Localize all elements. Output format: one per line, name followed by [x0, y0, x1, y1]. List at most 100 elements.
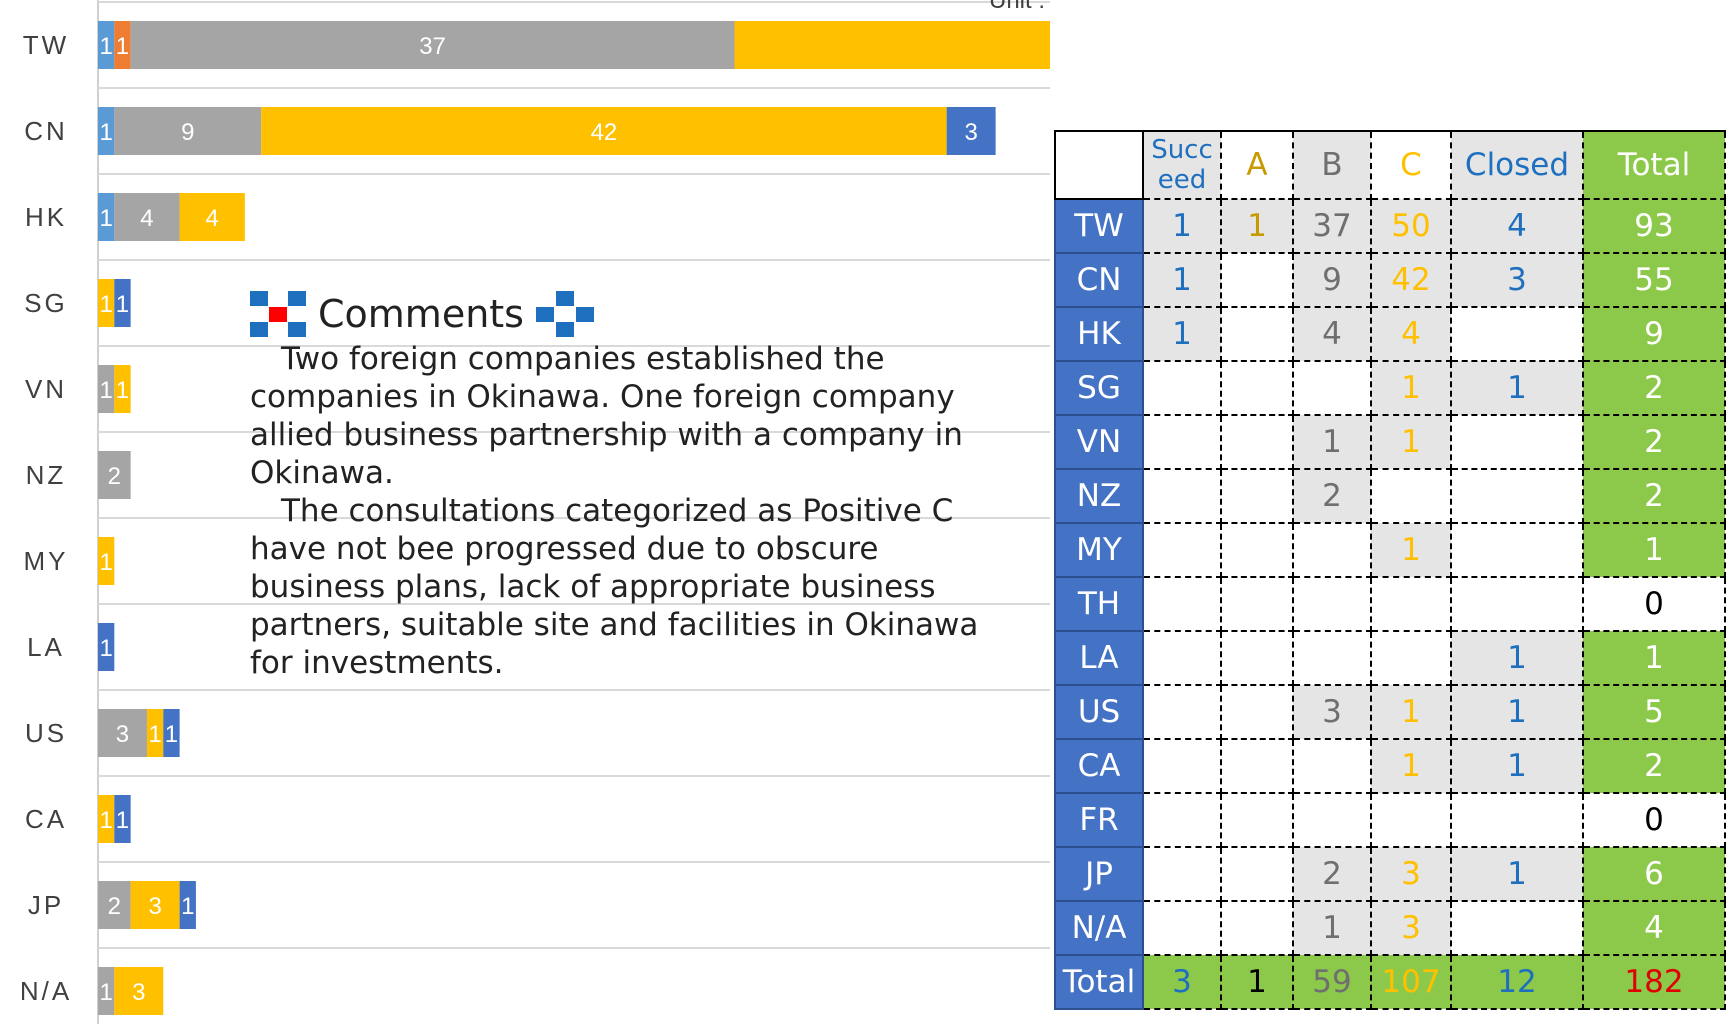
data-label: 1 [99, 119, 112, 146]
table-cell [1220, 684, 1294, 740]
table-row: VN 1 1 2 [1054, 414, 1726, 470]
table-row: CA 1 1 2 [1054, 738, 1726, 794]
table-cell: 3 [1142, 954, 1222, 1010]
total-cell: 5 [1582, 684, 1726, 740]
table-cell [1370, 630, 1452, 686]
data-label: 1 [99, 549, 112, 576]
row-header: VN [1054, 414, 1144, 470]
table-row: CN 1 9 42 3 55 [1054, 252, 1726, 308]
table-cell [1220, 900, 1294, 956]
data-label: 1 [116, 291, 129, 318]
total-cell: 4 [1582, 900, 1726, 956]
data-label: 1 [116, 33, 129, 60]
column-header: C [1370, 130, 1452, 200]
data-label: 1 [99, 205, 112, 232]
table-row: TH 0 [1054, 576, 1726, 632]
table-cell: 4 [1450, 198, 1584, 254]
column-header: Succ eed [1142, 130, 1222, 200]
tick-label: HK [25, 202, 67, 232]
data-label: 3 [116, 721, 129, 748]
table-cell: 1 [1220, 198, 1294, 254]
data-label: 42 [591, 119, 618, 146]
table-row: JP 2 3 1 6 [1054, 846, 1726, 902]
total-cell: 93 [1582, 198, 1726, 254]
comments-panel: Comments Two foreign companies establish… [250, 288, 1000, 682]
total-cell: 182 [1582, 954, 1726, 1010]
data-label: 9 [181, 119, 194, 146]
row-header: N/A [1054, 900, 1144, 956]
row-header: TW [1054, 198, 1144, 254]
row-header: CA [1054, 738, 1144, 794]
table-cell [1292, 630, 1372, 686]
table-cell: 1 [1450, 630, 1584, 686]
total-cell: 6 [1582, 846, 1726, 902]
table-cell [1142, 414, 1222, 470]
table-cell [1370, 576, 1452, 632]
table-cell: 1 [1220, 954, 1294, 1010]
pattern-icon [250, 291, 306, 337]
tick-label: SG [24, 288, 68, 318]
table-cell: 2 [1292, 846, 1372, 902]
table-cell [1142, 522, 1222, 578]
table-cell [1450, 900, 1584, 956]
column-header: Closed [1450, 130, 1584, 200]
comment-paragraph-1: Two foreign companies established the co… [250, 341, 963, 491]
row-header: Total [1054, 954, 1144, 1010]
total-cell: 0 [1582, 792, 1726, 848]
row-header: NZ [1054, 468, 1144, 524]
total-cell: 2 [1582, 468, 1726, 524]
data-label: 3 [148, 893, 161, 920]
tick-label: VN [25, 374, 67, 404]
data-label: 1 [99, 33, 112, 60]
table-row: TW 1 1 37 50 4 93 [1054, 198, 1726, 254]
data-label: 1 [148, 721, 161, 748]
tick-label: US [25, 718, 67, 748]
table-cell [1220, 792, 1294, 848]
tick-label: TW [23, 30, 69, 60]
table-cell [1142, 738, 1222, 794]
data-label: 1 [99, 979, 112, 1006]
table-cell: 3 [1370, 900, 1452, 956]
table-cell: 1 [1142, 252, 1222, 308]
table-cell: 1 [1142, 306, 1222, 362]
table-cell [1220, 252, 1294, 308]
table-cell: 1 [1450, 738, 1584, 794]
data-label: 1 [99, 377, 112, 404]
table-row: N/A 1 3 4 [1054, 900, 1726, 956]
table-cell: 1 [1292, 900, 1372, 956]
table-cell [1292, 576, 1372, 632]
row-header: JP [1054, 846, 1144, 902]
table-cell [1220, 414, 1294, 470]
row-header: HK [1054, 306, 1144, 362]
table-row: US 3 1 1 5 [1054, 684, 1726, 740]
unit-label: Unit : [989, 0, 1045, 14]
summary-table: Succ eed A B C Closed Total TW 1 1 37 50 4 93 C… [1054, 130, 1726, 1010]
tick-label: N/A [20, 976, 72, 1006]
total-cell: 9 [1582, 306, 1726, 362]
table-cell: 107 [1370, 954, 1452, 1010]
table-cell: 37 [1292, 198, 1372, 254]
bar-segment [734, 21, 1050, 69]
table-row: MY 1 1 [1054, 522, 1726, 578]
data-label: 37 [419, 33, 446, 60]
table-header-row: Succ eed A B C Closed Total [1054, 130, 1726, 200]
table-cell: 1 [1370, 414, 1452, 470]
table-row: LA 1 1 [1054, 630, 1726, 686]
table-cell [1220, 846, 1294, 902]
table-cell [1450, 792, 1584, 848]
table-cell [1142, 900, 1222, 956]
column-header: B [1292, 130, 1372, 200]
table-cell [1292, 738, 1372, 794]
total-row: Total 3 1 59 107 12 182 [1054, 954, 1726, 1010]
table-cell: 4 [1370, 306, 1452, 362]
tick-label: LA [27, 632, 65, 662]
table-cell: 42 [1370, 252, 1452, 308]
table-cell: 1 [1450, 684, 1584, 740]
table-cell [1450, 414, 1584, 470]
table-cell: 9 [1292, 252, 1372, 308]
table-cell: 1 [1370, 738, 1452, 794]
table-cell: 1 [1292, 414, 1372, 470]
table-cell: 1 [1370, 522, 1452, 578]
table-cell [1220, 630, 1294, 686]
data-label: 2 [108, 463, 121, 490]
